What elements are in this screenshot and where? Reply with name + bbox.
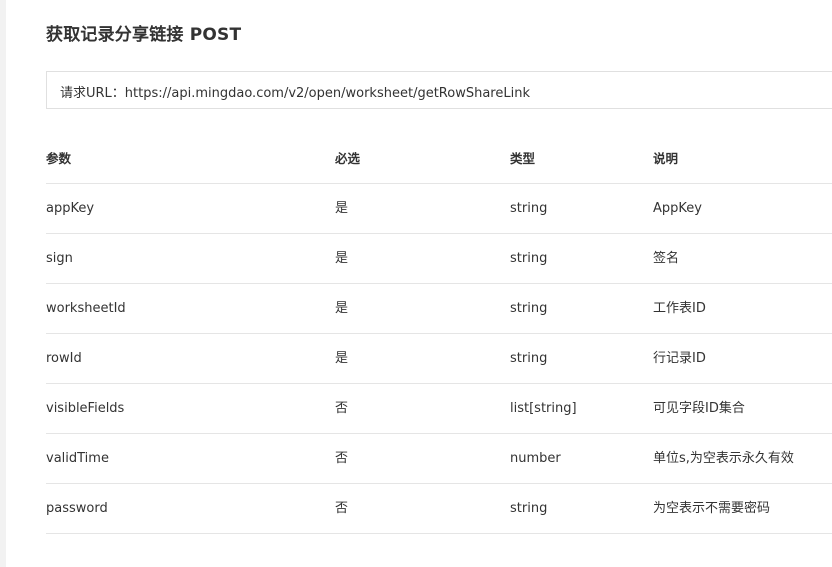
param-required: 否 xyxy=(335,451,349,466)
param-description: 工作表ID xyxy=(653,301,706,316)
param-name: worksheetId xyxy=(46,301,126,316)
param-type: number xyxy=(510,451,561,466)
param-description: 单位s,为空表示永久有效 xyxy=(653,451,794,466)
request-url-text[interactable]: 请求URL：https://api.mingdao.com/v2/open/wo… xyxy=(60,82,530,101)
table-header-row: 参数 必选 类型 说明 xyxy=(46,134,832,184)
param-type: string xyxy=(510,351,548,366)
table-row: visibleFields 否 list[string] 可见字段ID集合 xyxy=(46,384,832,434)
param-description: 签名 xyxy=(653,251,680,266)
param-required: 是 xyxy=(335,201,349,216)
param-name: rowId xyxy=(46,351,82,366)
param-name: password xyxy=(46,501,108,516)
header-required: 必选 xyxy=(335,151,361,166)
param-type: string xyxy=(510,501,548,516)
params-table: 参数 必选 类型 说明 appKey 是 string AppKey sign … xyxy=(46,134,832,534)
header-description: 说明 xyxy=(653,151,679,166)
param-type: string xyxy=(510,301,548,316)
page-title: 获取记录分享链接 POST xyxy=(46,25,242,45)
param-required: 是 xyxy=(335,351,349,366)
request-url-box: 请求URL：https://api.mingdao.com/v2/open/wo… xyxy=(46,71,832,109)
param-description: 可见字段ID集合 xyxy=(653,401,745,416)
api-doc-content: 获取记录分享链接 POST 请求URL：https://api.mingdao.… xyxy=(46,0,832,567)
param-description: 行记录ID xyxy=(653,351,706,366)
param-name: appKey xyxy=(46,201,95,216)
param-name: validTime xyxy=(46,451,109,466)
param-type: list[string] xyxy=(510,401,577,416)
param-required: 否 xyxy=(335,401,349,416)
table-row: worksheetId 是 string 工作表ID xyxy=(46,284,832,334)
header-param: 参数 xyxy=(46,151,72,166)
param-name: visibleFields xyxy=(46,401,125,416)
param-description: 为空表示不需要密码 xyxy=(653,501,771,516)
table-row: rowId 是 string 行记录ID xyxy=(46,334,832,384)
param-type: string xyxy=(510,201,548,216)
param-required: 是 xyxy=(335,251,349,266)
table-row: appKey 是 string AppKey xyxy=(46,184,832,234)
param-name: sign xyxy=(46,251,73,266)
param-type: string xyxy=(510,251,548,266)
table-row: password 否 string 为空表示不需要密码 xyxy=(46,484,832,534)
param-description: AppKey xyxy=(653,201,702,216)
left-rail xyxy=(0,0,6,567)
header-type: 类型 xyxy=(510,151,536,166)
table-row: sign 是 string 签名 xyxy=(46,234,832,284)
param-required: 是 xyxy=(335,301,349,316)
param-required: 否 xyxy=(335,501,349,516)
table-row: validTime 否 number 单位s,为空表示永久有效 xyxy=(46,434,832,484)
